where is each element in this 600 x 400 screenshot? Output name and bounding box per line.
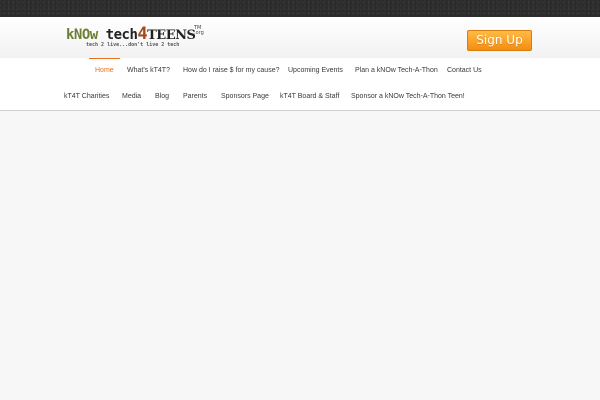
- nav-item-kt4t-charities[interactable]: kT4T Charities: [64, 84, 109, 110]
- site-logo[interactable]: kNOw tech4TEENS TM .org tech 2 live...don…: [66, 24, 206, 52]
- nav-item-upcoming-events[interactable]: Upcoming Events: [288, 58, 343, 84]
- logo-word-teens: TEENS: [147, 28, 196, 43]
- nav-item-parents[interactable]: Parents: [183, 84, 207, 110]
- main-navigation: Home What's kT4T? How do I raise $ for m…: [0, 58, 600, 111]
- nav-item-home[interactable]: Home: [89, 58, 120, 84]
- page-content-area: [0, 111, 600, 400]
- nav-row-primary: Home What's kT4T? How do I raise $ for m…: [0, 58, 600, 84]
- nav-item-raise-money[interactable]: How do I raise $ for my cause?: [183, 58, 280, 84]
- logo-org: TM .org: [194, 26, 204, 36]
- logo-word-tech: tech: [105, 27, 138, 43]
- nav-item-plan-tech-a-thon[interactable]: Plan a kNOw Tech-A-Thon: [355, 58, 438, 84]
- logo-org-text: .org: [194, 30, 204, 36]
- nav-item-sponsors-page[interactable]: Sponsors Page: [221, 84, 269, 110]
- logo-word-know: kNOw: [66, 27, 98, 43]
- nav-item-media[interactable]: Media: [122, 84, 141, 110]
- nav-item-contact-us[interactable]: Contact Us: [447, 58, 482, 84]
- logo-wordmark: kNOw tech4TEENS: [66, 24, 196, 44]
- logo-word-four: 4: [137, 24, 148, 44]
- nav-item-blog[interactable]: Blog: [155, 84, 169, 110]
- top-texture-bar: [0, 0, 600, 17]
- sign-up-button[interactable]: Sign Up: [467, 30, 532, 51]
- nav-item-whats-kt4t[interactable]: What's kT4T?: [127, 58, 170, 84]
- nav-item-board-staff[interactable]: kT4T Board & Staff: [280, 84, 339, 110]
- logo-tagline: tech 2 live...don't live 2 tech: [86, 42, 180, 48]
- nav-item-sponsor-teen[interactable]: Sponsor a kNOw Tech-A-Thon Teen!: [351, 84, 465, 110]
- nav-row-secondary: kT4T Charities Media Blog Parents Sponso…: [0, 84, 600, 110]
